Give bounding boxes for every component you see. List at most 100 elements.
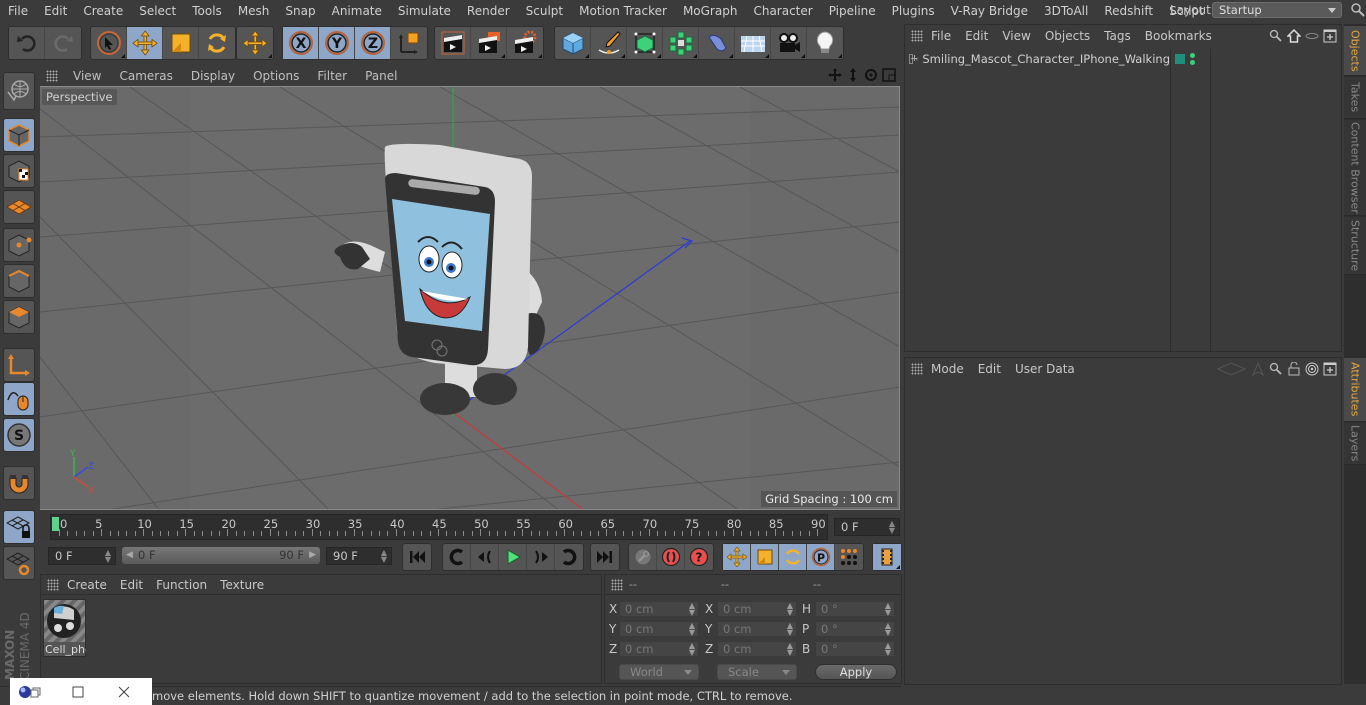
next-key-button[interactable] — [555, 544, 583, 570]
key-scale-button[interactable] — [751, 544, 779, 570]
key-rotation-button[interactable] — [779, 544, 807, 570]
search-icon[interactable] — [1269, 29, 1283, 43]
previous-frame-button[interactable] — [471, 544, 499, 570]
objects-menu-bookmarks[interactable]: Bookmarks — [1145, 29, 1220, 43]
move-button[interactable] — [127, 27, 163, 59]
coordinate-space-dropdown[interactable]: World — [619, 664, 699, 680]
pos-z-field[interactable]: 0 cm ▲ ▼ — [619, 641, 699, 657]
add-deformer-button[interactable] — [699, 27, 735, 59]
toggle-icon[interactable] — [1305, 29, 1319, 43]
back-arrow-icon[interactable] — [1217, 362, 1247, 376]
transform-mode-dropdown[interactable]: Scale — [717, 664, 797, 680]
playhead[interactable] — [52, 517, 59, 531]
editor-visibility-dot[interactable] — [1190, 53, 1195, 58]
render-view-button[interactable] — [435, 27, 471, 59]
viewport-maximize-icon[interactable] — [882, 68, 896, 82]
workplane-lock-button[interactable] — [3, 510, 35, 544]
record-keys-button[interactable] — [629, 544, 657, 570]
panel-grip[interactable] — [46, 70, 58, 82]
objects-menu-edit[interactable]: Edit — [965, 29, 996, 43]
object-row[interactable]: 0 Smiling_Mascot_Character_IPhone_Walkin… — [905, 49, 1170, 69]
home-icon[interactable] — [1287, 29, 1301, 43]
maximize-icon[interactable] — [72, 686, 84, 698]
new-window-icon[interactable] — [1323, 29, 1337, 43]
add-floor-button[interactable] — [735, 27, 771, 59]
object-name[interactable]: Smiling_Mascot_Character_IPhone_Walking — [922, 52, 1170, 66]
pos-y-field[interactable]: 0 cm ▲ ▼ — [619, 621, 699, 637]
menu-sculpt[interactable]: Sculpt — [518, 4, 571, 18]
objects-menu-tags[interactable]: Tags — [1104, 29, 1139, 43]
rot-b-field[interactable]: 0 ° ▲ ▼ — [815, 641, 895, 657]
undo-button[interactable] — [9, 27, 45, 59]
menu-file[interactable]: File — [0, 4, 36, 18]
add-subdivision-button[interactable] — [627, 27, 663, 59]
search-icon[interactable] — [1350, 2, 1366, 18]
menu-animate[interactable]: Animate — [324, 4, 390, 18]
menu-vray-bridge[interactable]: V-Ray Bridge — [943, 4, 1036, 18]
timeline-window-button[interactable] — [873, 544, 901, 570]
redo-button[interactable] — [45, 27, 81, 59]
layout-dropdown[interactable]: Startup — [1212, 2, 1342, 18]
menu-character[interactable]: Character — [745, 4, 820, 18]
menu-redshift[interactable]: Redshift — [1096, 4, 1161, 18]
render-visibility-dot[interactable] — [1190, 60, 1195, 65]
edges-mode-button[interactable] — [3, 264, 35, 298]
material-menu-create[interactable]: Create — [67, 578, 116, 592]
start-frame-field[interactable]: 0 F ▲ ▼ — [48, 547, 116, 565]
menu-mograph[interactable]: MoGraph — [675, 4, 746, 18]
z-axis-lock-button[interactable]: Z — [355, 27, 391, 59]
panel-grip[interactable] — [47, 578, 59, 591]
x-axis-lock-button[interactable]: X — [283, 27, 319, 59]
scale-button[interactable] — [163, 27, 199, 59]
go-to-start-button[interactable] — [403, 544, 431, 570]
add-cloner-button[interactable] — [663, 27, 699, 59]
key-position-button[interactable] — [723, 544, 751, 570]
attributes-menu-edit[interactable]: Edit — [978, 362, 1009, 376]
go-to-end-button[interactable] — [591, 544, 619, 570]
layer-color-swatch[interactable] — [1175, 54, 1185, 64]
end-frame-field[interactable]: 90 F ▲ ▼ — [326, 547, 392, 565]
tab-content-browser[interactable]: Content Browser — [1344, 120, 1366, 216]
expand-icon[interactable] — [909, 54, 917, 64]
target-icon[interactable] — [1305, 362, 1319, 376]
next-frame-button[interactable] — [527, 544, 555, 570]
panel-grip[interactable] — [611, 578, 623, 591]
y-axis-lock-button[interactable]: Y — [319, 27, 355, 59]
tab-structure[interactable]: Structure — [1344, 217, 1366, 275]
points-mode-button[interactable] — [3, 228, 35, 262]
viewport-menu-options[interactable]: Options — [244, 69, 308, 83]
attributes-menu-mode[interactable]: Mode — [931, 362, 972, 376]
model-mode-button[interactable] — [3, 118, 35, 152]
frame-range-slider[interactable]: ◀ 0 F 90 F ▶ — [122, 547, 320, 564]
objects-menu-objects[interactable]: Objects — [1045, 29, 1098, 43]
workplane-align-button[interactable] — [3, 546, 35, 580]
objects-menu-view[interactable]: View — [1002, 29, 1038, 43]
viewport-rotate-icon[interactable] — [864, 68, 878, 82]
range-left-arrow-icon[interactable]: ◀ — [126, 547, 133, 564]
viewport-zoom-icon[interactable] — [846, 68, 860, 82]
panel-grip[interactable] — [911, 30, 923, 42]
search-icon[interactable] — [1269, 362, 1283, 376]
size-x-field[interactable]: 0 cm ▲ ▼ — [717, 601, 797, 617]
viewport-menu-view[interactable]: View — [64, 69, 110, 83]
keyframe-selection-button[interactable]: ? — [685, 544, 713, 570]
3d-viewport[interactable]: Perspective Y Z X Grid Spacing : 100 cm — [40, 86, 900, 510]
menu-edit[interactable]: Edit — [36, 4, 75, 18]
menu-snap[interactable]: Snap — [277, 4, 323, 18]
attributes-menu-user-data[interactable]: User Data — [1015, 362, 1083, 376]
menu-render[interactable]: Render — [459, 4, 518, 18]
tweak-mode-button[interactable] — [3, 382, 35, 416]
axis-mode-button[interactable] — [3, 348, 35, 382]
play-button[interactable] — [499, 544, 527, 570]
key-parameter-button[interactable]: P — [807, 544, 835, 570]
pos-x-field[interactable]: 0 cm ▲ ▼ — [619, 601, 699, 617]
previous-key-button[interactable] — [443, 544, 471, 570]
menu-pipeline[interactable]: Pipeline — [821, 4, 884, 18]
viewport-menu-panel[interactable]: Panel — [356, 69, 406, 83]
add-light-button[interactable] — [807, 27, 843, 59]
menu-mesh[interactable]: Mesh — [230, 4, 278, 18]
tab-takes[interactable]: Takes — [1344, 77, 1366, 119]
current-frame-field[interactable]: 0 F ▲ ▼ — [834, 518, 900, 536]
tab-attributes[interactable]: Attributes — [1344, 358, 1366, 422]
live-selection-button[interactable] — [91, 27, 127, 59]
